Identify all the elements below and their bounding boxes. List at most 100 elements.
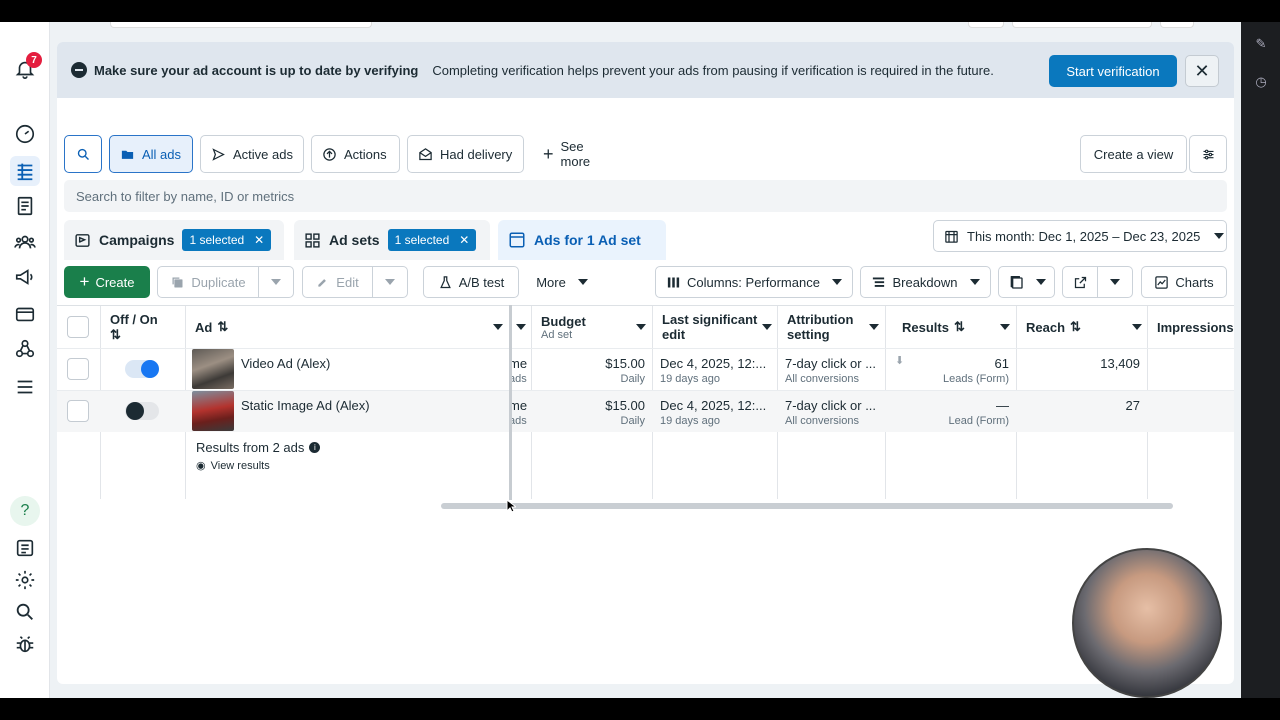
table-icon[interactable] [10,156,40,186]
chevron-down-icon[interactable] [1000,324,1010,330]
dashboard-gauge-icon[interactable] [10,119,40,149]
header-reach[interactable]: Reach ⇅ [1026,306,1081,348]
table-row[interactable]: Video Ad (Alex) me ads $15.00 Daily Dec … [57,348,1234,390]
chevron-down-icon[interactable] [1132,324,1142,330]
pencil-icon[interactable]: ✎ [1253,36,1269,52]
chevron-down-icon[interactable] [869,324,879,330]
chevron-down-icon[interactable] [493,324,503,330]
header-attribution[interactable]: Attribution setting [787,306,853,348]
sort-icon[interactable]: ⇅ [1070,319,1081,335]
sort-icon[interactable]: ⇅ [110,327,158,343]
ad-icon [509,232,525,248]
info-icon[interactable]: i [309,442,321,453]
ad-name[interactable]: Static Image Ad (Alex) [241,398,370,413]
tab-ad-sets[interactable]: Ad sets 1 selected ✕ [294,220,490,260]
breakdown-button[interactable]: Breakdown [860,266,991,298]
search-toggle-button[interactable] [64,135,102,173]
chevron-down-icon[interactable] [762,324,772,330]
export-button[interactable] [1062,266,1098,298]
clear-selection-icon[interactable]: ✕ [459,233,469,247]
charts-button[interactable]: Charts [1141,266,1227,298]
more-button[interactable]: More [530,266,594,298]
header-results[interactable]: Results ⇅ [902,306,965,348]
ad-thumbnail-image[interactable] [192,391,234,431]
chevron-down-icon[interactable] [636,324,646,330]
ad-name[interactable]: Video Ad (Alex) [241,356,330,371]
export-dropdown[interactable] [1097,266,1133,298]
actions-filter[interactable]: Actions [311,135,400,173]
all-ads-filter[interactable]: All ads [109,135,193,173]
columns-button[interactable]: Columns: Performance [655,266,853,298]
edit-dropdown[interactable] [372,266,408,298]
header-budget[interactable]: Budget Ad set [541,306,586,348]
billing-card-icon[interactable] [10,299,40,329]
business-network-icon[interactable] [10,334,40,364]
reports-button[interactable] [998,266,1055,298]
envelope-icon [419,147,432,160]
ad-status-toggle[interactable] [125,360,159,378]
view-results-link[interactable]: ◉ View results [196,459,270,473]
chevron-down-icon [1035,279,1046,285]
clear-selection-icon[interactable]: ✕ [254,233,264,247]
bug-report-icon[interactable] [10,629,40,659]
settings-gear-icon[interactable] [10,565,40,595]
row-checkbox[interactable] [67,358,89,380]
menu-icon[interactable] [10,372,40,402]
duplicate-button[interactable]: Duplicate [157,266,259,298]
start-verification-button[interactable]: Start verification [1049,55,1177,87]
flag-icon [75,233,90,247]
ab-test-button[interactable]: A/B test [423,266,519,298]
date-range-picker[interactable]: This month: Dec 1, 2025 – Dec 23, 2025 [933,220,1227,252]
sort-icon[interactable]: ⇅ [954,319,965,335]
tab-ads[interactable]: Ads for 1 Ad set [498,220,666,260]
sort-icon[interactable]: ⇅ [217,319,228,335]
header-attribution-line1: Attribution [787,312,854,327]
charts-label: Charts [1175,274,1214,290]
create-view-button[interactable]: Create a view [1080,135,1187,173]
budget-value[interactable]: $15.00 [597,398,645,413]
top-search-remnant [110,22,372,28]
budget-value[interactable]: $15.00 [597,356,645,371]
view-settings-button[interactable] [1189,135,1227,173]
last-edit-value[interactable]: Dec 4, 2025, 12:... [660,398,766,413]
breakdown-icon [873,277,885,287]
help-icon[interactable]: ? [10,496,40,526]
download-icon[interactable]: ⬇ [895,354,904,367]
calendar-icon [945,230,958,243]
megaphone-icon[interactable] [10,262,40,292]
pages-icon[interactable] [10,191,40,221]
campaigns-chip-label: 1 selected [189,233,245,247]
history-clock-icon[interactable]: ◷ [1253,74,1269,90]
had-delivery-filter[interactable]: Had delivery [407,135,524,173]
create-button[interactable]: + Create [64,266,150,298]
see-more-filter[interactable]: + See more [533,135,623,173]
filter-search-input[interactable]: Search to filter by name, ID or metrics [64,180,1227,212]
edit-button[interactable]: Edit [302,266,373,298]
table-row[interactable]: Static Image Ad (Alex) me ads $15.00 Dai… [57,390,1234,432]
last-edit-value[interactable]: Dec 4, 2025, 12:... [660,356,766,371]
tab-campaigns[interactable]: Campaigns 1 selected ✕ [64,220,284,260]
chevron-down-icon [271,279,281,285]
header-last-edit[interactable]: Last significant edit [662,306,757,348]
close-icon[interactable]: ✕ [1185,55,1219,87]
header-impressions[interactable]: Impressions [1157,306,1234,348]
audience-icon[interactable] [10,227,40,257]
duplicate-dropdown[interactable] [258,266,294,298]
campaigns-selected-chip[interactable]: 1 selected ✕ [182,229,272,251]
header-ad[interactable]: Ad ⇅ [195,306,228,348]
ad-thumbnail-video[interactable] [192,349,234,389]
news-icon[interactable] [10,533,40,563]
ad-status-toggle[interactable] [125,402,159,420]
select-all-checkbox[interactable] [67,316,89,338]
row-checkbox[interactable] [67,400,89,422]
last-edit-relative: 19 days ago [660,415,720,427]
active-ads-filter[interactable]: Active ads [200,135,304,173]
search-icon[interactable] [10,597,40,627]
header-off-on[interactable]: Off / On ⇅ [110,306,158,348]
chevron-down-icon[interactable] [516,324,526,330]
duplicate-label: Duplicate [191,274,246,290]
horizontal-scrollbar[interactable] [441,503,1173,509]
header-budget-sub: Ad set [541,328,573,341]
adsets-selected-chip[interactable]: 1 selected ✕ [387,229,477,251]
chevron-down-icon [969,279,980,285]
